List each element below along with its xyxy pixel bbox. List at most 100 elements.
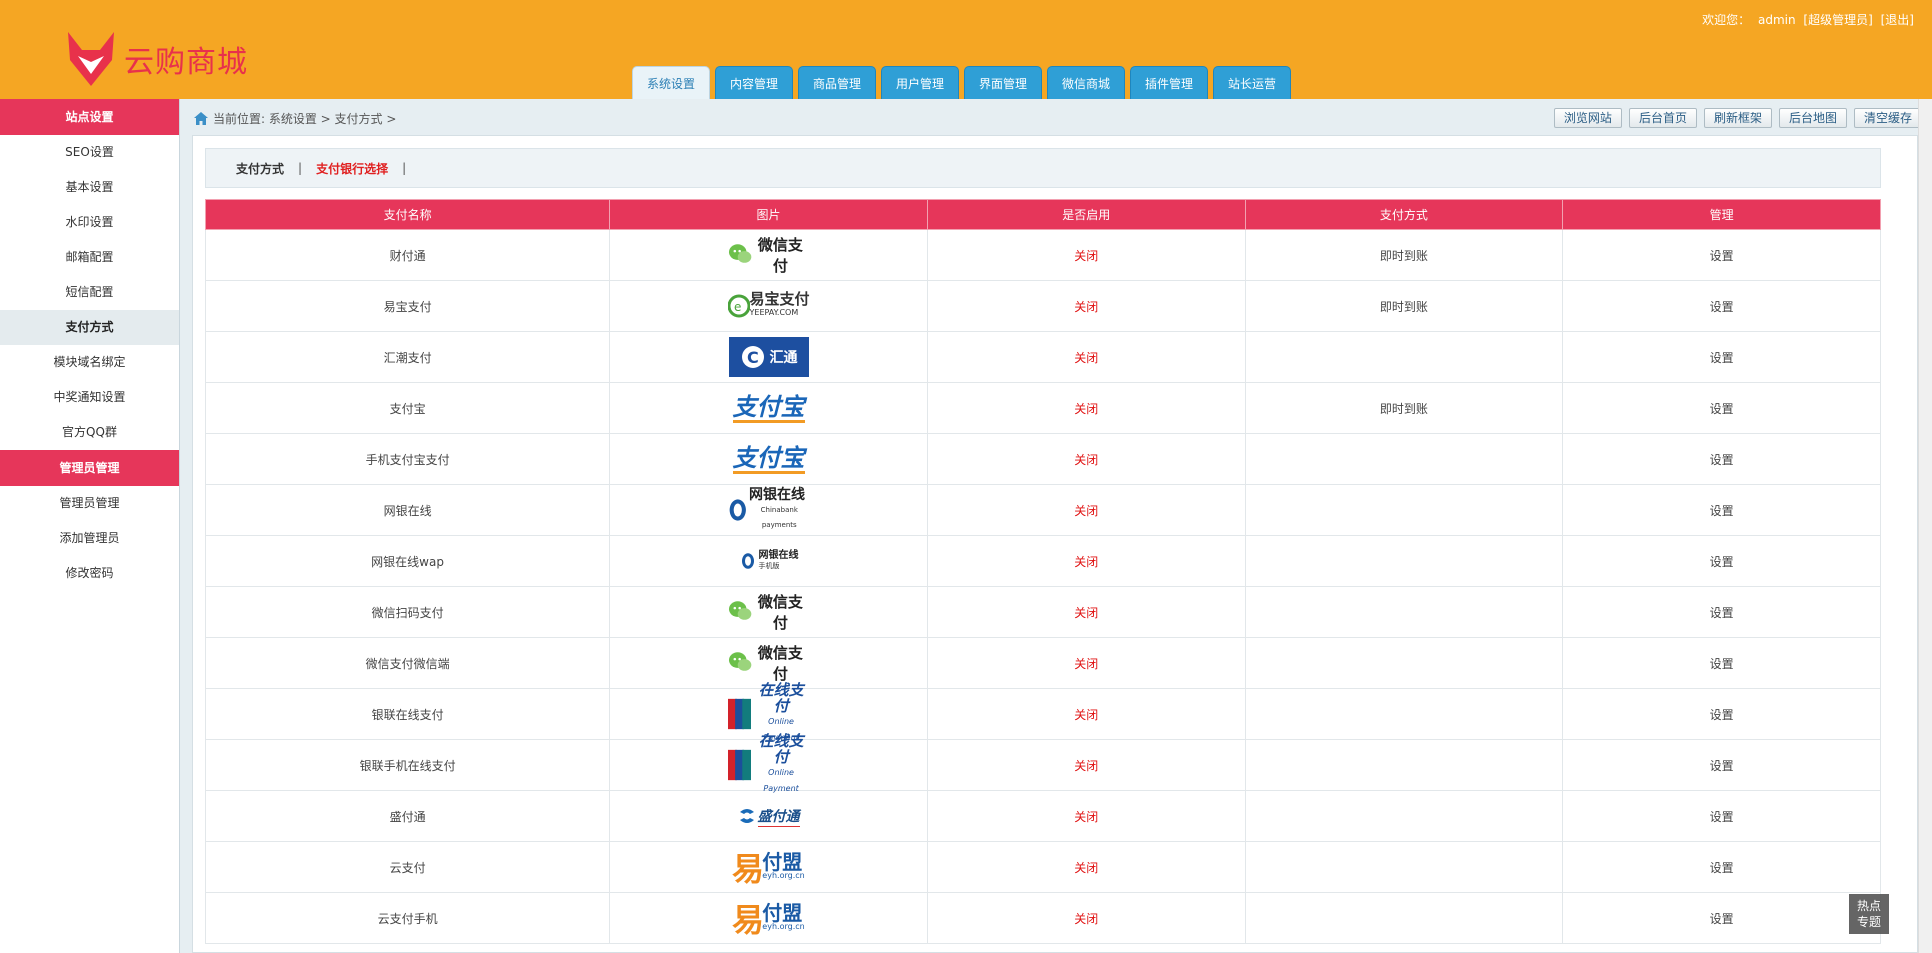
unionpay-icon [727, 698, 751, 729]
payment-logo-text: 汇通 [769, 350, 798, 366]
manage-settings-link[interactable]: 设置 [1562, 382, 1881, 434]
enabled-status-cell[interactable]: 关闭 [926, 841, 1246, 893]
sidebar-item[interactable]: 支付方式 [0, 310, 179, 345]
enabled-status-cell[interactable]: 关闭 [926, 331, 1246, 383]
payment-logo-subtext: 手机版 [758, 562, 780, 570]
manage-settings-link[interactable]: 设置 [1562, 637, 1881, 689]
subtab-bank-select[interactable]: 支付银行选择 [316, 160, 388, 177]
manage-settings-link[interactable]: 设置 [1562, 586, 1881, 638]
payment-name-cell: 微信支付微信端 [204, 637, 611, 689]
manage-settings-link[interactable]: 设置 [1562, 331, 1881, 383]
table-row: 银联在线支付 在线支付 Online Payment 关闭 设置 [204, 682, 1881, 742]
table-row: 云支付 易付盟 eyh.org.cn 关闭 设置 [204, 841, 1881, 893]
payment-table: 支付名称 图片 是否启用 支付方式 管理 财付通 微信支付 关闭 即时到账 设置 易宝支付 e 易宝… [204, 199, 1881, 944]
sidebar-section-admin[interactable]: 管理员管理 [0, 450, 179, 486]
payment-logo-cell: 在线支付 Online Payment [609, 733, 928, 793]
subtab-separator: | [402, 161, 407, 175]
enabled-status-cell[interactable]: 关闭 [926, 280, 1246, 332]
manage-settings-link[interactable]: 设置 [1562, 484, 1881, 536]
payment-logo-subtext: eyh.org.cn [762, 922, 805, 931]
enabled-status-cell[interactable]: 关闭 [926, 892, 1246, 944]
enabled-status-cell[interactable]: 关闭 [926, 739, 1246, 791]
nav-tab-4[interactable]: 界面管理 [964, 66, 1042, 99]
payment-method-cell [1244, 433, 1564, 485]
svg-text:e: e [734, 300, 741, 314]
enabled-status-cell[interactable]: 关闭 [926, 586, 1246, 638]
payment-name-cell: 云支付 [204, 841, 611, 893]
payment-logo-cell: 微信支付 [609, 586, 928, 638]
payment-name-cell: 网银在线wap [204, 535, 611, 587]
manage-settings-link[interactable]: 设置 [1562, 229, 1881, 281]
table-row: 网银在线 网银在线 Chinabank payments 关闭 设置 [204, 484, 1881, 536]
payment-logo: 支付宝 [728, 438, 810, 480]
manage-settings-link[interactable]: 设置 [1562, 892, 1881, 944]
yeepay-icon: e [727, 294, 750, 318]
sidebar-item[interactable]: 修改密码 [0, 556, 179, 591]
nav-tab-2[interactable]: 商品管理 [798, 66, 876, 99]
nav-tab-0[interactable]: 系统设置 [632, 66, 710, 99]
payment-method-cell: 即时到账 [1244, 382, 1564, 434]
nav-tab-7[interactable]: 站长运营 [1213, 66, 1291, 99]
top-button-3[interactable]: 后台地图 [1778, 108, 1847, 128]
manage-settings-link[interactable]: 设置 [1562, 535, 1881, 587]
enabled-status-cell[interactable]: 关闭 [926, 382, 1246, 434]
payment-name-cell: 易宝支付 [204, 280, 611, 332]
payment-logo-text: 支付宝 [732, 392, 805, 423]
payment-logo-cell: 易付盟 eyh.org.cn [609, 841, 928, 893]
table-header-row: 支付名称 图片 是否启用 支付方式 管理 [204, 199, 1881, 230]
page-scrollbar[interactable] [1918, 99, 1932, 953]
payment-logo: 在线支付 Online Payment [727, 733, 810, 793]
enabled-status-cell[interactable]: 关闭 [926, 535, 1246, 587]
table-row: 财付通 微信支付 关闭 即时到账 设置 [204, 229, 1881, 281]
enabled-status-cell[interactable]: 关闭 [926, 790, 1246, 842]
manage-settings-link[interactable]: 设置 [1562, 688, 1881, 740]
payment-logo-subtext: eyh.org.cn [762, 871, 805, 880]
sidebar-item[interactable]: 基本设置 [0, 170, 179, 205]
payment-method-cell: 即时到账 [1244, 280, 1564, 332]
brand-logo[interactable]: 云购商城 [64, 30, 248, 88]
manage-settings-link[interactable]: 设置 [1562, 280, 1881, 332]
table-row: 盛付通 盛付通 关闭 设置 [204, 790, 1881, 842]
top-button-1[interactable]: 后台首页 [1628, 108, 1697, 128]
payment-method-cell [1244, 586, 1564, 638]
enabled-status-cell[interactable]: 关闭 [926, 433, 1246, 485]
payment-method-cell [1244, 484, 1564, 536]
payment-logo: e 易宝支付 YEEPAY.COM [727, 285, 810, 327]
shengpay-icon [739, 809, 754, 823]
sidebar-item[interactable]: 邮箱配置 [0, 240, 179, 275]
manage-settings-link[interactable]: 设置 [1562, 841, 1881, 893]
payment-logo-cell: 微信支付 [609, 637, 928, 689]
sidebar-item[interactable]: 短信配置 [0, 275, 179, 310]
sidebar-item[interactable]: 添加管理员 [0, 521, 179, 556]
sidebar-item[interactable]: 模块域名绑定 [0, 345, 179, 380]
subtab-payment-methods[interactable]: 支付方式 [236, 160, 284, 177]
sidebar-item[interactable]: 水印设置 [0, 205, 179, 240]
sidebar-item[interactable]: 中奖通知设置 [0, 380, 179, 415]
enabled-status-cell[interactable]: 关闭 [926, 688, 1246, 740]
sidebar-item[interactable]: SEO设置 [0, 135, 179, 170]
payment-name-cell: 银联手机在线支付 [204, 739, 611, 791]
top-button-4[interactable]: 清空缓存 [1853, 108, 1922, 128]
hot-topics-badge[interactable]: 热点 专题 [1849, 894, 1889, 934]
top-button-2[interactable]: 刷新框架 [1703, 108, 1772, 128]
sidebar-section-site-settings[interactable]: 站点设置 [0, 99, 179, 135]
payment-logo: 网银在线 手机版 [728, 540, 810, 582]
sidebar-item[interactable]: 官方QQ群 [0, 415, 179, 450]
logout-link[interactable]: [退出] [1881, 13, 1914, 27]
manage-settings-link[interactable]: 设置 [1562, 739, 1881, 791]
table-row: 微信支付微信端 微信支付 关闭 设置 [204, 637, 1881, 689]
manage-settings-link[interactable]: 设置 [1562, 433, 1881, 485]
enabled-status-cell[interactable]: 关闭 [926, 637, 1246, 689]
top-button-0[interactable]: 浏览网站 [1553, 108, 1622, 128]
sidebar-item[interactable]: 管理员管理 [0, 486, 179, 521]
enabled-status-cell[interactable]: 关闭 [926, 484, 1246, 536]
column-header: 支付名称 [204, 199, 611, 230]
nav-tab-1[interactable]: 内容管理 [715, 66, 793, 99]
nav-tab-5[interactable]: 微信商城 [1047, 66, 1125, 99]
manage-settings-link[interactable]: 设置 [1562, 790, 1881, 842]
nav-tab-6[interactable]: 插件管理 [1130, 66, 1208, 99]
nav-tab-3[interactable]: 用户管理 [881, 66, 959, 99]
enabled-status-cell[interactable]: 关闭 [926, 229, 1246, 281]
payment-logo-subtext: YEEPAY.COM [749, 308, 799, 317]
payment-logo-cell: C 汇通 [609, 331, 928, 383]
